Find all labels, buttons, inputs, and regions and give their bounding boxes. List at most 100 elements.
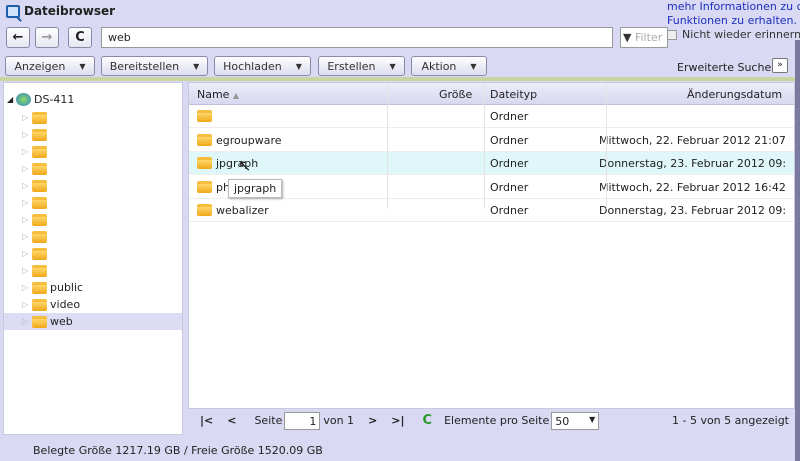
folder-icon: [32, 299, 47, 311]
expand-icon[interactable]: ▷: [22, 317, 32, 326]
expand-icon[interactable]: ▷: [22, 147, 32, 156]
popup-text-1: mehr Informationen zu di: [667, 0, 800, 14]
sort-asc-icon: ▲: [233, 91, 239, 100]
refresh-button[interactable]: C: [68, 27, 92, 48]
tree-item[interactable]: ▷: [4, 228, 182, 245]
dropdown-arrow-icon: ▼: [296, 62, 302, 71]
dont-remind-option[interactable]: Nicht wieder erinnern!: [667, 28, 800, 42]
expand-icon[interactable]: ▷: [22, 249, 32, 258]
folder-icon: [32, 112, 47, 124]
tree-item-label: web: [50, 315, 73, 328]
per-page-select[interactable]: 50 ▼: [551, 412, 599, 430]
forward-button[interactable]: →: [35, 27, 59, 48]
first-page-icon[interactable]: |<: [200, 414, 213, 427]
nas-icon: [16, 93, 31, 106]
column-date[interactable]: Änderungsdatum: [687, 88, 782, 101]
filter-placeholder: Filter: [635, 31, 662, 44]
filter-input[interactable]: ▼ Filter: [620, 27, 668, 48]
table-row[interactable]: webalizerOrdnerDonnerstag, 23. Februar 2…: [189, 199, 794, 222]
tree-item[interactable]: ▷public: [4, 279, 182, 296]
dropdown-arrow-icon: ▼: [193, 62, 199, 71]
window-edge: [795, 40, 800, 461]
table-row[interactable]: egroupwareOrdnerMittwoch, 22. Februar 20…: [189, 129, 794, 152]
dont-remind-checkbox[interactable]: [667, 30, 677, 40]
next-page-icon[interactable]: >: [368, 414, 377, 427]
cell-date: Mittwoch, 22. Februar 2012 21:07: [599, 134, 786, 147]
column-name[interactable]: Name ▲: [197, 88, 239, 101]
tree-root[interactable]: ◢DS-411: [4, 91, 182, 108]
cell-date: Donnerstag, 23. Februar 2012 09:: [599, 157, 786, 170]
upload-menu-button[interactable]: Hochladen▼: [214, 56, 311, 76]
column-name-label: Name: [197, 88, 229, 101]
expand-icon[interactable]: ▷: [22, 130, 32, 139]
advanced-search-label: Erweiterte Suche: [677, 61, 771, 74]
tree-root-label: DS-411: [34, 93, 74, 106]
file-grid: Name ▲ Größe Dateityp Änderungsdatum Ord…: [188, 82, 795, 409]
per-page-value: 50: [555, 415, 569, 427]
action-menu-button[interactable]: Aktion▼: [411, 56, 487, 76]
button-label: Erstellen: [327, 60, 375, 73]
back-button[interactable]: ←: [6, 27, 30, 48]
page-summary: 1 - 5 von 5 angezeigt: [672, 414, 789, 427]
expand-icon[interactable]: ▷: [22, 215, 32, 224]
expand-icon[interactable]: ▷: [22, 300, 32, 309]
folder-icon: [32, 231, 47, 243]
column-type[interactable]: Dateityp: [490, 88, 537, 101]
last-page-icon[interactable]: >|: [391, 414, 404, 427]
expand-icon[interactable]: ▷: [22, 232, 32, 241]
table-row[interactable]: Ordner: [189, 105, 794, 128]
page-input[interactable]: 1: [284, 412, 320, 430]
reload-icon[interactable]: C: [423, 413, 433, 428]
status-bar: Belegte Größe 1217.19 GB / Freie Größe 1…: [33, 444, 323, 457]
expand-icon[interactable]: ▷: [22, 181, 32, 190]
button-label: Anzeigen: [15, 60, 66, 73]
create-menu-button[interactable]: Erstellen ▼: [318, 56, 405, 76]
tree-item[interactable]: ▷: [4, 194, 182, 211]
tree-item[interactable]: ▷video: [4, 296, 182, 313]
folder-icon: [32, 163, 47, 175]
expand-icon[interactable]: ▷: [22, 283, 32, 292]
dropdown-arrow-icon: ▼: [79, 62, 85, 71]
chevron-down-icon: ▼: [589, 415, 595, 427]
share-menu-button[interactable]: Bereitstellen▼: [101, 56, 208, 76]
tree-item[interactable]: ▷: [4, 160, 182, 177]
view-menu-button[interactable]: Anzeigen ▼: [5, 56, 95, 76]
prev-page-icon[interactable]: <: [227, 414, 236, 427]
folder-tree: ◢DS-411 ▷▷▷▷▷▷▷▷▷▷▷public▷video▷web: [3, 82, 183, 435]
folder-icon: [197, 110, 212, 122]
tree-item[interactable]: ▷: [4, 143, 182, 160]
tree-item[interactable]: ▷: [4, 245, 182, 262]
expand-icon[interactable]: ▷: [22, 164, 32, 173]
table-row[interactable]: jpgraphOrdnerDonnerstag, 23. Februar 201…: [189, 152, 794, 175]
folder-icon: [32, 129, 47, 141]
mouse-cursor-icon: ↖: [238, 156, 251, 175]
folder-icon: [32, 197, 47, 209]
tree-item[interactable]: ▷: [4, 262, 182, 279]
expand-advanced-search-icon[interactable]: »: [772, 58, 788, 73]
page-label: Seite: [254, 414, 282, 427]
per-page-label: Elemente pro Seite: [444, 414, 549, 427]
folder-icon: [197, 204, 212, 216]
tree-item[interactable]: ▷ web: [4, 313, 182, 330]
folder-icon: [197, 181, 212, 193]
column-size[interactable]: Größe: [439, 88, 472, 101]
file-browser-icon: [6, 5, 20, 18]
folder-icon: [32, 282, 47, 294]
tree-item[interactable]: ▷: [4, 177, 182, 194]
page-count: von 1: [323, 414, 354, 427]
folder-icon: [32, 180, 47, 192]
title-text: Dateibrowser: [24, 4, 115, 18]
tree-item[interactable]: ▷: [4, 211, 182, 228]
cell-type: Ordner: [490, 181, 528, 194]
dropdown-arrow-icon: ▼: [389, 62, 395, 71]
folder-icon: [32, 248, 47, 260]
cell-type: Ordner: [490, 110, 528, 123]
info-popup: mehr Informationen zu di Funktionen zu e…: [667, 0, 800, 44]
path-input[interactable]: web: [101, 27, 613, 48]
tree-item[interactable]: ▷: [4, 109, 182, 126]
tree-item[interactable]: ▷: [4, 126, 182, 143]
expand-icon[interactable]: ▷: [22, 198, 32, 207]
expand-icon[interactable]: ▷: [22, 113, 32, 122]
expand-icon[interactable]: ▷: [22, 266, 32, 275]
folder-icon: [32, 265, 47, 277]
